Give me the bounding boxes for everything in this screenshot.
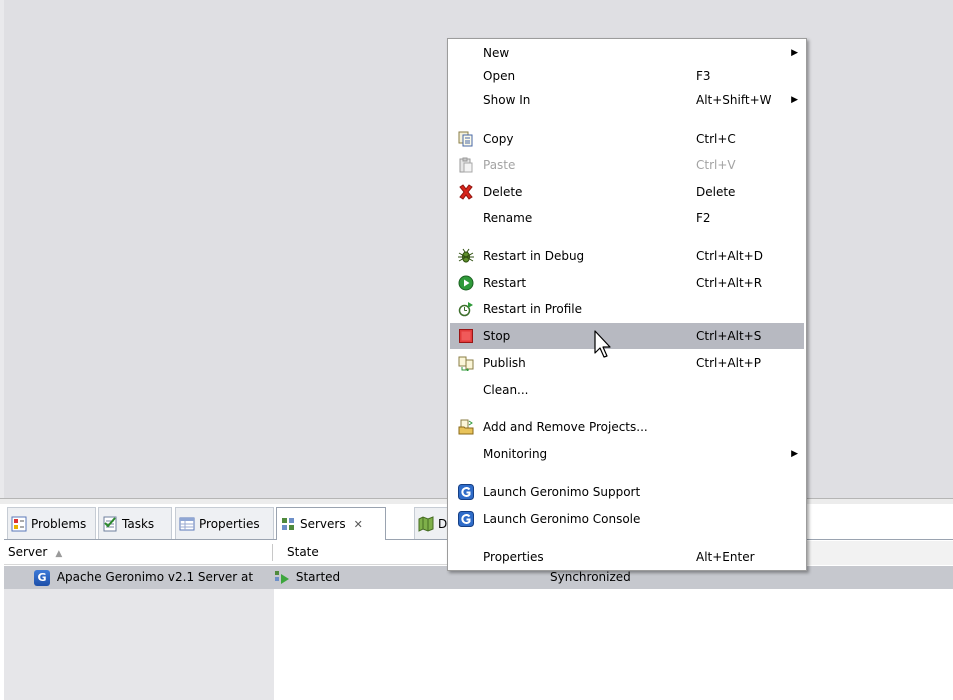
delete-icon (458, 184, 474, 200)
menu-item-properties[interactable]: Properties Alt+Enter (450, 544, 804, 570)
add-remove-projects-icon (458, 419, 474, 435)
table-empty-area (274, 589, 953, 700)
copy-icon (458, 131, 474, 147)
started-icon (274, 570, 290, 586)
menu-item-launch-geronimo-console[interactable]: Launch Geronimo Console (450, 506, 804, 532)
tasks-icon (102, 516, 118, 532)
state-cell: Started (274, 566, 340, 589)
menu-item-paste[interactable]: Paste Ctrl+V (450, 152, 804, 178)
restart-icon (458, 275, 474, 291)
problems-icon (11, 516, 27, 532)
menu-separator (451, 118, 803, 119)
tab-label: Servers (300, 517, 346, 531)
geronimo-icon (458, 511, 474, 527)
column-header-server[interactable]: Server ▲ (4, 541, 272, 565)
tab-label: Properties (199, 516, 260, 531)
tab-problems[interactable]: Problems (7, 507, 96, 539)
menu-item-restart-in-profile[interactable]: Restart in Profile (450, 296, 804, 322)
tab-data-source[interactable]: D (414, 507, 448, 539)
column-header-blank (806, 541, 953, 565)
sort-ascending-icon: ▲ (55, 549, 63, 559)
menu-item-launch-geronimo-support[interactable]: Launch Geronimo Support (450, 479, 804, 505)
submenu-arrow-icon: ▶ (791, 95, 798, 105)
servers-icon (280, 516, 296, 532)
map-icon (418, 515, 434, 532)
menu-separator (451, 406, 803, 407)
paste-icon (458, 157, 474, 173)
geronimo-icon (458, 484, 474, 500)
stop-icon (458, 328, 474, 344)
context-menu: New ▶ Open F3 Show In Alt+Shift+W ▶ Copy… (447, 38, 807, 571)
debug-icon (458, 248, 474, 264)
profile-icon (458, 301, 474, 317)
menu-separator (451, 235, 803, 236)
close-icon[interactable]: ✕ (354, 518, 363, 531)
submenu-arrow-icon: ▶ (791, 449, 798, 459)
menu-item-add-and-remove-projects[interactable]: Add and Remove Projects... (450, 414, 804, 440)
column-divider[interactable] (272, 544, 273, 561)
server-cell: G Apache Geronimo v2.1 Server at (34, 566, 253, 589)
mouse-pointer-icon (593, 330, 615, 360)
menu-item-restart-in-debug[interactable]: Restart in Debug Ctrl+Alt+D (450, 243, 804, 269)
tab-properties[interactable]: Properties (175, 507, 274, 539)
menu-item-clean[interactable]: Clean... (450, 377, 804, 403)
menu-item-monitoring[interactable]: Monitoring ▶ (450, 441, 804, 467)
tab-label: Tasks (122, 516, 155, 531)
menu-item-delete[interactable]: Delete Delete (450, 179, 804, 205)
menu-item-rename[interactable]: Rename F2 (450, 205, 804, 231)
editor-left-edge (0, 0, 4, 498)
menu-separator (451, 536, 803, 537)
menu-item-copy[interactable]: Copy Ctrl+C (450, 126, 804, 152)
tab-servers[interactable]: Servers ✕ (276, 507, 386, 540)
menu-item-show-in[interactable]: Show In Alt+Shift+W ▶ (450, 87, 804, 113)
menu-item-restart[interactable]: Restart Ctrl+Alt+R (450, 270, 804, 296)
properties-icon (179, 516, 195, 532)
menu-item-open[interactable]: Open F3 (450, 63, 804, 89)
geronimo-icon: G (34, 569, 50, 586)
publish-icon (458, 355, 474, 372)
menu-separator (451, 471, 803, 472)
menu-item-publish[interactable]: Publish Ctrl+Alt+P (450, 350, 804, 376)
table-empty-area (4, 589, 274, 700)
tab-label: D (438, 516, 448, 531)
menu-item-stop[interactable]: Stop Ctrl+Alt+S (450, 323, 804, 349)
tab-tasks[interactable]: Tasks (98, 507, 172, 539)
tab-label: Problems (31, 516, 87, 531)
